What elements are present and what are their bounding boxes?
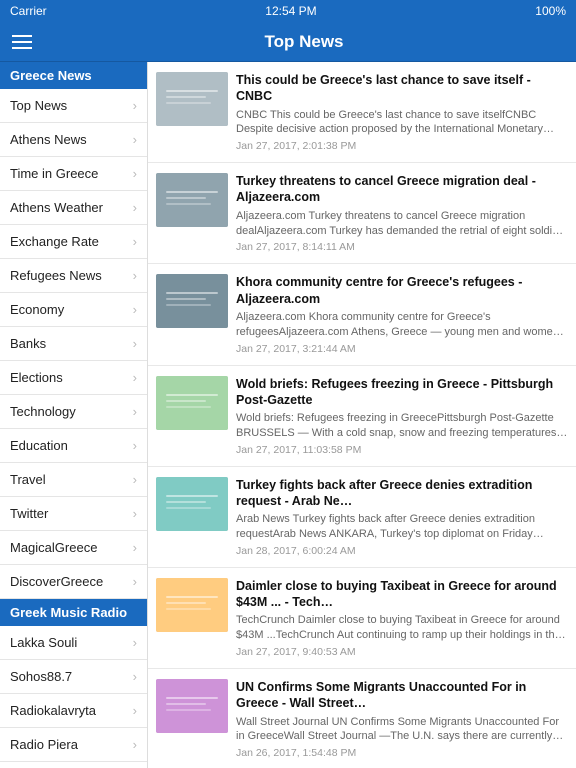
news-list: This could be Greece's last chance to sa… xyxy=(148,62,576,768)
sidebar-item-magical-greece[interactable]: MagicalGreece› xyxy=(0,531,147,565)
news-date: Jan 26, 2017, 1:54:48 PM xyxy=(236,747,568,759)
sidebar-item-lakka-souli[interactable]: Lakka Souli› xyxy=(0,626,147,660)
news-title: Turkey threatens to cancel Greece migrat… xyxy=(236,173,568,206)
news-item[interactable]: Khora community centre for Greece's refu… xyxy=(148,264,576,365)
sidebar-item-education[interactable]: Education› xyxy=(0,429,147,463)
news-date: Jan 27, 2017, 11:03:58 PM xyxy=(236,444,568,456)
news-content: This could be Greece's last chance to sa… xyxy=(236,72,568,152)
sidebar-item-radiokalavryta[interactable]: Radiokalavryta› xyxy=(0,694,147,728)
sidebar-item-discover-greece[interactable]: DiscoverGreece› xyxy=(0,565,147,599)
news-excerpt: Aljazeera.com Khora community centre for… xyxy=(236,310,568,340)
sidebar-item-athens-news[interactable]: Athens News› xyxy=(0,123,147,157)
news-excerpt: CNBC This could be Greece's last chance … xyxy=(236,108,568,138)
news-date: Jan 27, 2017, 2:01:38 PM xyxy=(236,140,568,152)
sidebar-item-elections[interactable]: Elections› xyxy=(0,361,147,395)
status-bar: Carrier 12:54 PM 100% xyxy=(0,0,576,22)
news-excerpt: Wall Street Journal UN Confirms Some Mig… xyxy=(236,715,568,745)
main-layout: Greece News Top News› Athens News› Time … xyxy=(0,62,576,768)
sidebar-item-refugees-news[interactable]: Refugees News› xyxy=(0,259,147,293)
news-item[interactable]: Wold briefs: Refugees freezing in Greece… xyxy=(148,366,576,467)
news-content: Turkey fights back after Greece denies e… xyxy=(236,477,568,557)
news-date: Jan 27, 2017, 3:21:44 AM xyxy=(236,343,568,355)
news-excerpt: Arab News Turkey fights back after Greec… xyxy=(236,512,568,542)
news-title: Turkey fights back after Greece denies e… xyxy=(236,477,568,510)
sidebar-item-athens-weather[interactable]: Athens Weather› xyxy=(0,191,147,225)
news-excerpt: TechCrunch Daimler close to buying Taxib… xyxy=(236,613,568,643)
news-excerpt: Aljazeera.com Turkey threatens to cancel… xyxy=(236,209,568,239)
sidebar-section-greece-news: Greece News xyxy=(0,62,147,89)
news-thumbnail xyxy=(156,578,228,632)
news-item[interactable]: This could be Greece's last chance to sa… xyxy=(148,62,576,163)
news-thumbnail xyxy=(156,173,228,227)
news-title: Wold briefs: Refugees freezing in Greece… xyxy=(236,376,568,409)
sidebar-item-banks[interactable]: Banks› xyxy=(0,327,147,361)
sidebar-item-radio-helios[interactable]: Radio Helios› xyxy=(0,762,147,768)
news-title: UN Confirms Some Migrants Unaccounted Fo… xyxy=(236,679,568,712)
news-item[interactable]: Turkey threatens to cancel Greece migrat… xyxy=(148,163,576,264)
news-thumbnail xyxy=(156,274,228,328)
sidebar-item-technology[interactable]: Technology› xyxy=(0,395,147,429)
news-content: Daimler close to buying Taxibeat in Gree… xyxy=(236,578,568,658)
news-thumbnail xyxy=(156,679,228,733)
sidebar-item-travel[interactable]: Travel› xyxy=(0,463,147,497)
sidebar-item-radio-piera[interactable]: Radio Piera› xyxy=(0,728,147,762)
nav-title: Top News xyxy=(44,32,564,52)
sidebar-item-economy[interactable]: Economy› xyxy=(0,293,147,327)
news-date: Jan 27, 2017, 8:14:11 AM xyxy=(236,241,568,253)
time-label: 12:54 PM xyxy=(265,4,316,18)
news-content: Wold briefs: Refugees freezing in Greece… xyxy=(236,376,568,456)
news-item[interactable]: Daimler close to buying Taxibeat in Gree… xyxy=(148,568,576,669)
news-thumbnail xyxy=(156,477,228,531)
carrier-label: Carrier xyxy=(10,4,47,18)
news-title: This could be Greece's last chance to sa… xyxy=(236,72,568,105)
news-excerpt: Wold briefs: Refugees freezing in Greece… xyxy=(236,411,568,441)
news-date: Jan 28, 2017, 6:00:24 AM xyxy=(236,545,568,557)
battery-label: 100% xyxy=(535,4,566,18)
news-content: UN Confirms Some Migrants Unaccounted Fo… xyxy=(236,679,568,759)
hamburger-menu-button[interactable] xyxy=(12,35,32,49)
news-title: Daimler close to buying Taxibeat in Gree… xyxy=(236,578,568,611)
news-thumbnail xyxy=(156,72,228,126)
news-item[interactable]: UN Confirms Some Migrants Unaccounted Fo… xyxy=(148,669,576,768)
sidebar-section-music-radio: Greek Music Radio xyxy=(0,599,147,626)
news-item[interactable]: Turkey fights back after Greece denies e… xyxy=(148,467,576,568)
sidebar-item-twitter[interactable]: Twitter› xyxy=(0,497,147,531)
news-date: Jan 27, 2017, 9:40:53 AM xyxy=(236,646,568,658)
news-title: Khora community centre for Greece's refu… xyxy=(236,274,568,307)
news-content: Turkey threatens to cancel Greece migrat… xyxy=(236,173,568,253)
sidebar-item-sohos887[interactable]: Sohos88.7› xyxy=(0,660,147,694)
sidebar-item-time-in-greece[interactable]: Time in Greece› xyxy=(0,157,147,191)
sidebar-item-top-news[interactable]: Top News› xyxy=(0,89,147,123)
sidebar: Greece News Top News› Athens News› Time … xyxy=(0,62,148,768)
nav-bar: Top News xyxy=(0,22,576,62)
news-thumbnail xyxy=(156,376,228,430)
news-content: Khora community centre for Greece's refu… xyxy=(236,274,568,354)
sidebar-item-exchange-rate[interactable]: Exchange Rate› xyxy=(0,225,147,259)
